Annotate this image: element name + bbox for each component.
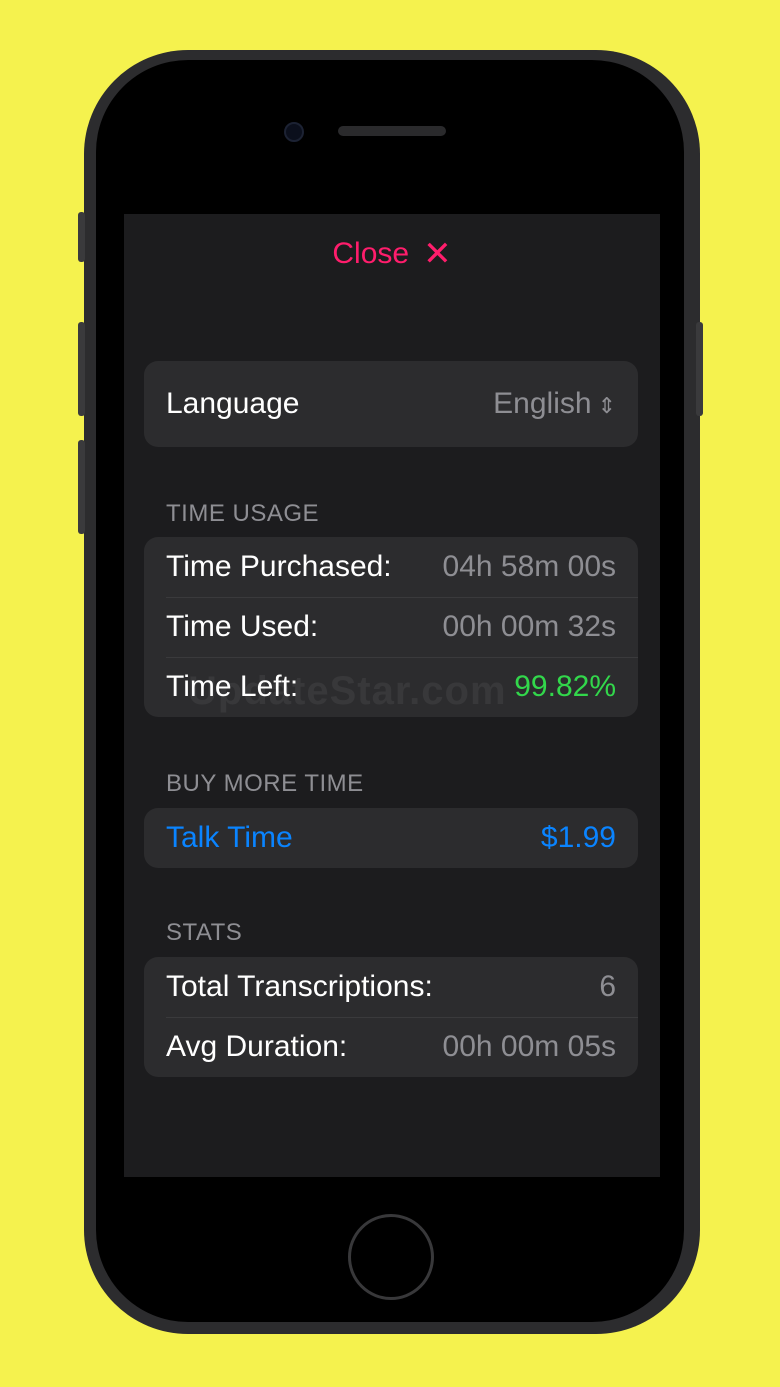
home-button[interactable] <box>348 1214 434 1300</box>
avg-duration-label: Avg Duration: <box>166 1030 348 1063</box>
total-transcriptions-row: Total Transcriptions: 6 <box>144 957 638 1017</box>
total-transcriptions-label: Total Transcriptions: <box>166 970 433 1003</box>
stats-header: STATS <box>166 919 243 946</box>
time-left-row: Time Left: 99.82% <box>144 657 638 717</box>
language-value-group: English ⇕ <box>493 387 616 421</box>
mute-switch <box>78 212 85 262</box>
time-purchased-label: Time Purchased: <box>166 550 392 583</box>
time-used-row: Time Used: 00h 00m 32s <box>144 597 638 657</box>
time-used-label: Time Used: <box>166 610 319 643</box>
time-usage-card: Time Purchased: 04h 58m 00s Time Used: 0… <box>144 537 638 717</box>
time-purchased-value: 04h 58m 00s <box>442 550 616 583</box>
time-left-label: Time Left: <box>166 670 299 703</box>
time-left-value: 99.82% <box>514 670 616 703</box>
time-used-value: 00h 00m 32s <box>442 610 616 643</box>
talk-time-price: $1.99 <box>540 821 616 854</box>
volume-down-button <box>78 440 85 534</box>
buy-more-time-header: BUY MORE TIME <box>166 770 364 797</box>
avg-duration-row: Avg Duration: 00h 00m 05s <box>144 1017 638 1077</box>
language-picker[interactable]: Language English ⇕ <box>144 361 638 447</box>
language-card: Language English ⇕ <box>144 361 638 447</box>
language-value: English <box>493 387 592 420</box>
stats-card: Total Transcriptions: 6 Avg Duration: 00… <box>144 957 638 1077</box>
close-label: Close <box>332 237 410 270</box>
power-button <box>696 322 703 416</box>
close-button[interactable]: Close ✕ <box>124 236 660 272</box>
time-usage-header: TIME USAGE <box>166 500 320 527</box>
earpiece-speaker <box>338 126 446 136</box>
front-camera <box>284 122 304 142</box>
time-purchased-row: Time Purchased: 04h 58m 00s <box>144 537 638 597</box>
buy-more-card: Talk Time $1.99 <box>144 808 638 868</box>
talk-time-purchase-button[interactable]: Talk Time $1.99 <box>144 808 638 868</box>
language-label: Language <box>166 387 300 420</box>
close-icon: ✕ <box>423 234 452 274</box>
volume-up-button <box>78 322 85 416</box>
settings-screen: Close ✕ Language English ⇕ TIME USAGE Tim… <box>124 214 660 1177</box>
avg-duration-value: 00h 00m 05s <box>442 1030 616 1063</box>
total-transcriptions-value: 6 <box>599 970 616 1003</box>
chevron-up-down-icon: ⇕ <box>597 394 616 419</box>
talk-time-label: Talk Time <box>166 821 293 854</box>
